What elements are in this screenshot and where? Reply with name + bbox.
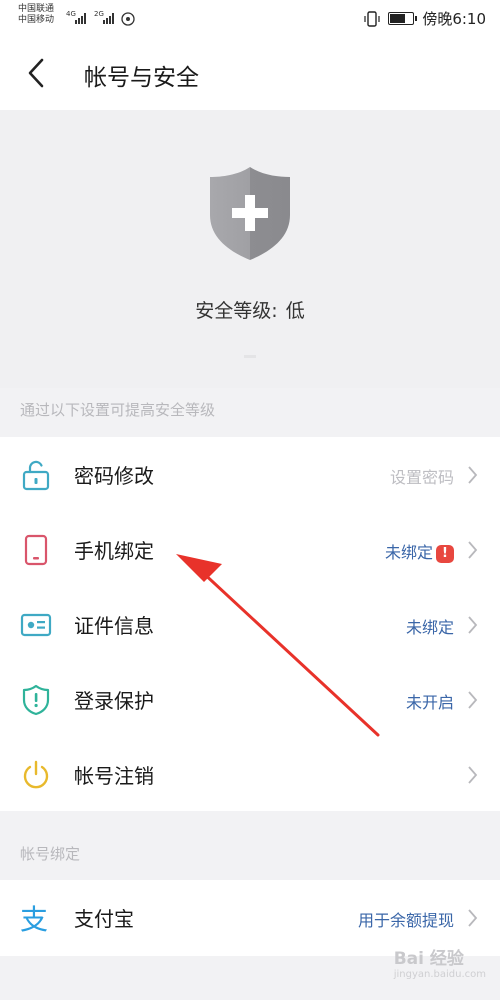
- row-value: 设置密码: [389, 468, 454, 487]
- row-label: 登录保护: [74, 689, 154, 713]
- clock: 傍晚6:10: [422, 10, 486, 28]
- chevron-right-icon: [468, 766, 478, 784]
- app-header: 帐号与安全: [0, 36, 500, 110]
- page-title: 帐号与安全: [84, 65, 199, 91]
- watermark-brand: Bai 经验: [393, 949, 464, 969]
- row-value: 未绑定: [405, 618, 454, 637]
- back-arrow-icon[interactable]: [22, 56, 52, 90]
- section-account-binding-title: 帐号绑定: [20, 845, 81, 863]
- security-settings-list: 密码修改 设置密码 手机绑定 未绑定! 证件信息 未绑定 登录保护 未开启 帐号…: [0, 437, 500, 811]
- chevron-right-icon: [468, 909, 478, 927]
- watermark-url: jingyan.baidu.com: [393, 969, 486, 980]
- id-card-icon: [20, 613, 52, 637]
- svg-text:支: 支: [20, 903, 48, 934]
- row-label: 支付宝: [74, 907, 134, 931]
- chevron-right-icon: [468, 616, 478, 634]
- row-account-cancel[interactable]: 帐号注销: [0, 737, 500, 812]
- row-label: 手机绑定: [74, 539, 154, 563]
- security-level-label: 安全等级:: [195, 300, 278, 322]
- row-password[interactable]: 密码修改 设置密码: [0, 437, 500, 512]
- row-label: 帐号注销: [74, 764, 154, 788]
- row-label: 证件信息: [74, 614, 154, 638]
- shield-plus-icon: [210, 167, 290, 260]
- row-phone-binding[interactable]: 手机绑定 未绑定!: [0, 512, 500, 587]
- alipay-icon: 支: [20, 903, 48, 934]
- security-level-panel: 安全等级: 低: [0, 110, 500, 388]
- status-right: 傍晚6:10: [364, 8, 486, 29]
- power-icon: [23, 760, 49, 789]
- row-value: 未绑定!: [385, 539, 454, 563]
- security-level: 安全等级: 低: [0, 296, 500, 323]
- carrier-info: 中国联通 中国移动: [18, 4, 54, 26]
- watermark: Bai 经验 jingyan.baidu.com: [394, 944, 486, 980]
- security-level-value: 低: [285, 300, 305, 322]
- svg-text:2G: 2G: [94, 10, 104, 18]
- carrier-1: 中国联通: [18, 4, 55, 14]
- row-id-info[interactable]: 证件信息 未绑定: [0, 587, 500, 662]
- battery-icon: [388, 12, 418, 25]
- row-value-text: 未绑定: [384, 543, 433, 562]
- chevron-right-icon: [468, 691, 478, 709]
- carrier-2: 中国移动: [18, 15, 55, 25]
- shield-icon: [22, 684, 50, 716]
- chevron-right-icon: [468, 541, 478, 559]
- lock-icon: [22, 460, 50, 491]
- phone-icon: [24, 534, 48, 566]
- chevron-right-icon: [468, 466, 478, 484]
- row-login-protection[interactable]: 登录保护 未开启: [0, 662, 500, 737]
- vibrate-icon: [364, 10, 380, 27]
- section-hint: 通过以下设置可提高安全等级: [20, 401, 216, 419]
- row-label: 密码修改: [74, 464, 154, 488]
- row-value: 未开启: [405, 693, 454, 712]
- divider: [244, 355, 256, 358]
- status-bar: 中国联通 中国移动 4G 2G 傍晚6:10: [0, 0, 500, 36]
- svg-text:4G: 4G: [66, 10, 76, 18]
- signal-icon: 4G 2G: [66, 10, 135, 26]
- alert-badge: !: [436, 545, 454, 563]
- row-value: 用于余额提现: [357, 911, 454, 930]
